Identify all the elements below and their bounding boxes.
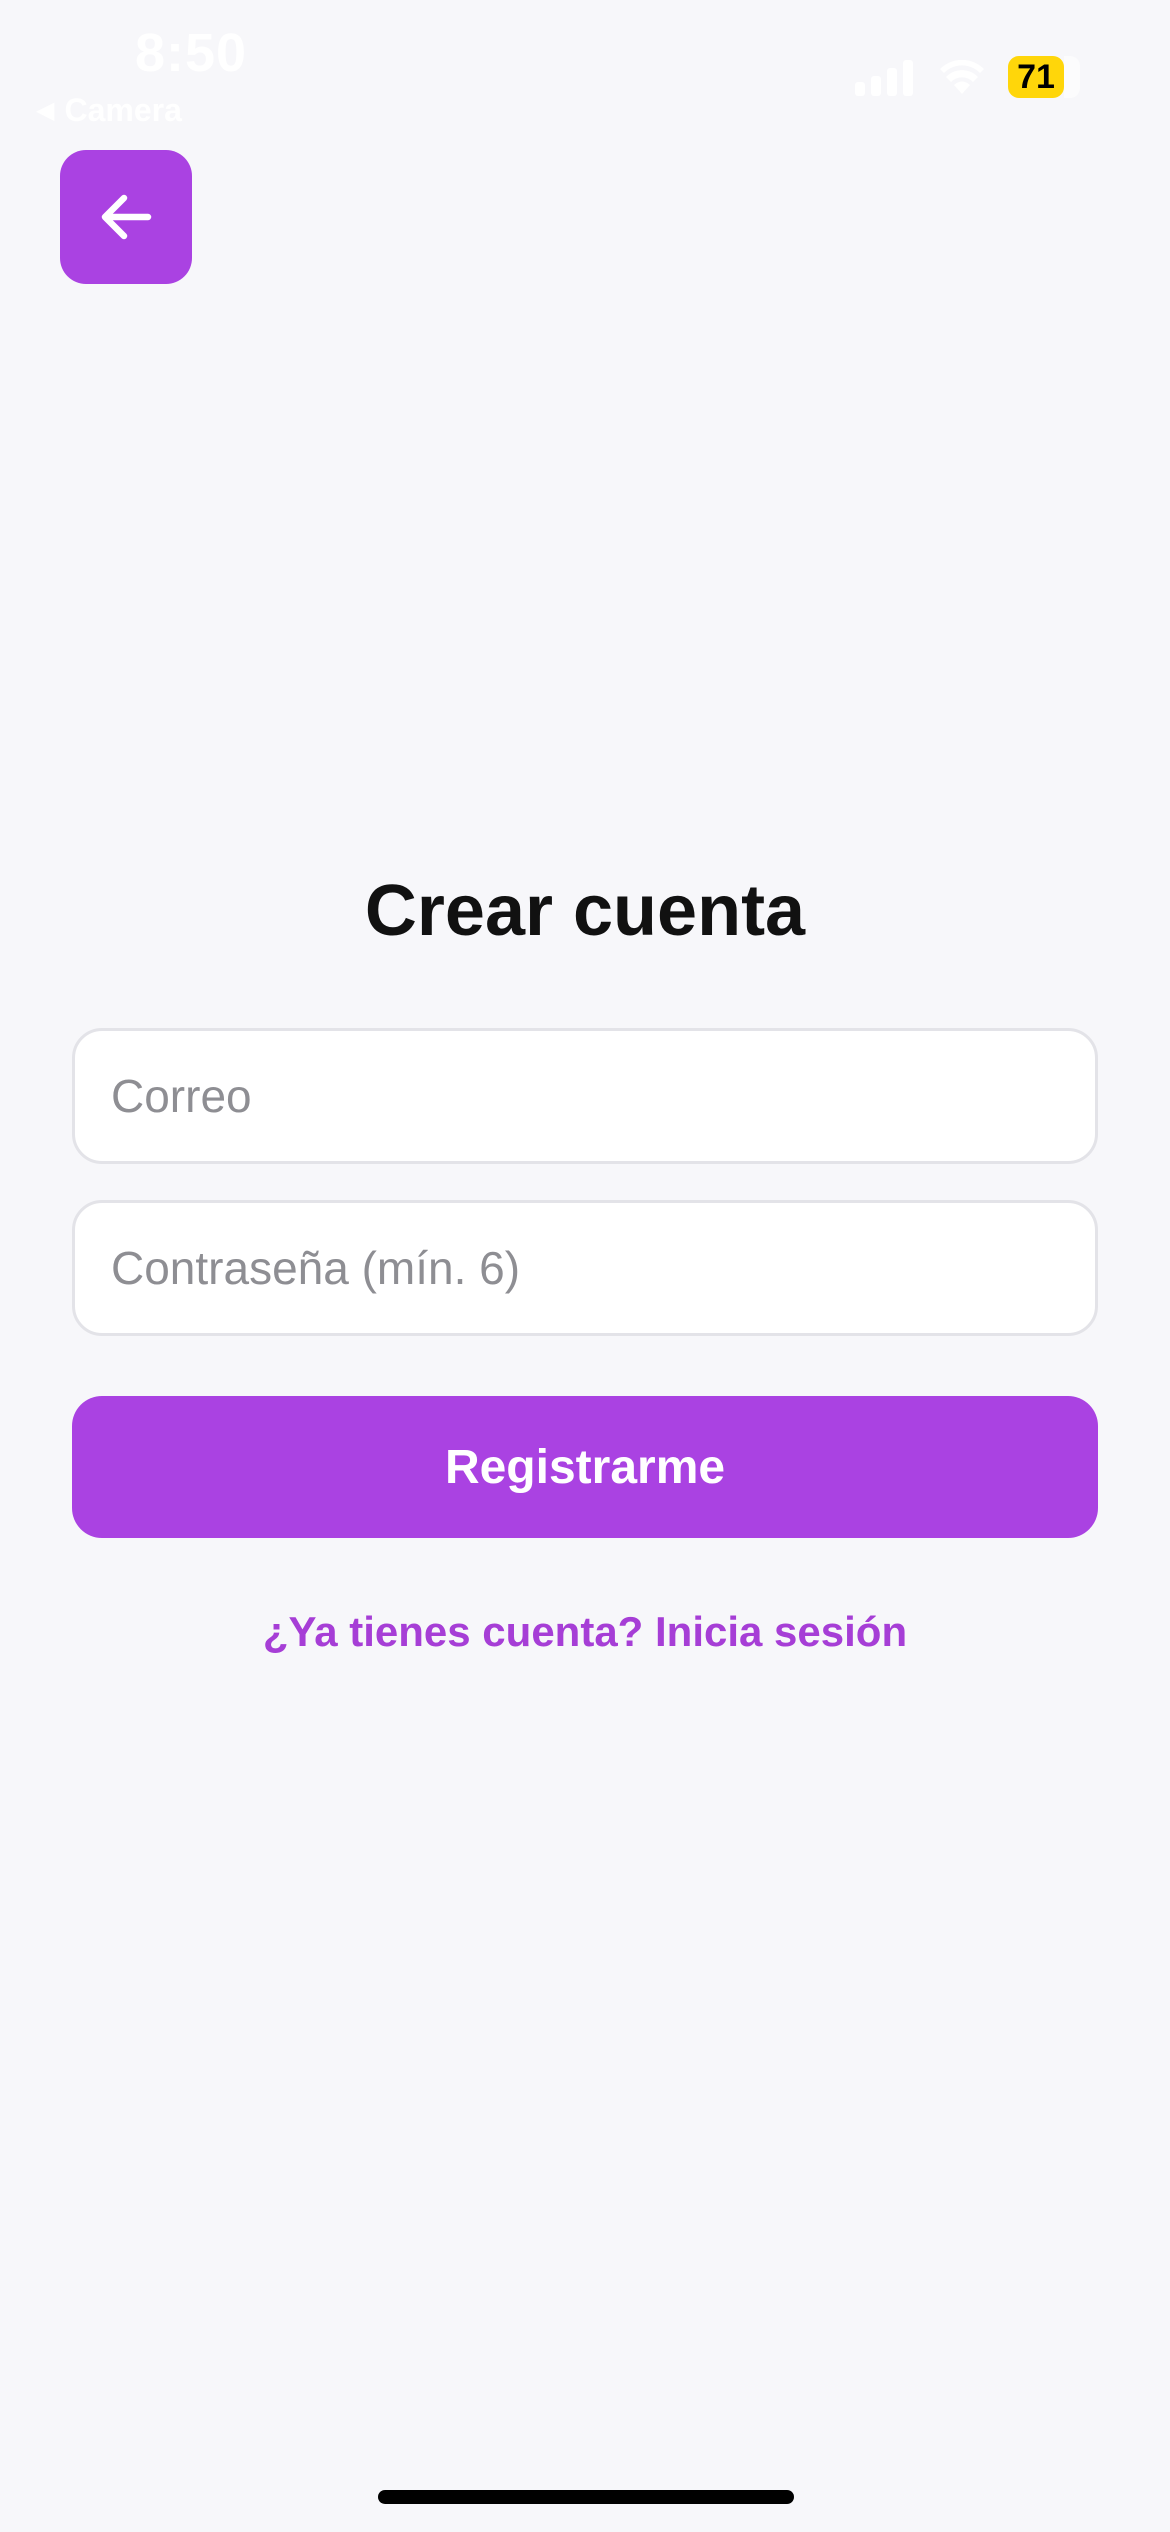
battery-remainder <box>1064 56 1080 98</box>
signup-screen: 8:50 ◀ Camera 71 Crear cuenta Registrarm… <box>0 0 1170 2532</box>
back-to-app-label: Camera <box>64 92 182 128</box>
home-indicator[interactable] <box>378 2490 794 2504</box>
password-field[interactable] <box>72 1200 1098 1336</box>
back-to-app-link[interactable]: ◀ Camera <box>36 92 182 129</box>
register-button[interactable]: Registrarme <box>72 1396 1098 1538</box>
cellular-signal-icon <box>855 58 915 96</box>
email-field[interactable] <box>72 1028 1098 1164</box>
page-title: Crear cuenta <box>364 871 806 951</box>
battery-level: 71 <box>1008 56 1064 98</box>
back-triangle-icon: ◀ <box>36 97 55 124</box>
battery-icon: 71 <box>1008 56 1088 98</box>
wifi-icon <box>940 60 984 94</box>
arrow-left-icon <box>101 194 152 240</box>
login-link[interactable]: ¿Ya tienes cuenta? Inicia sesión <box>0 1608 1170 1656</box>
back-button[interactable] <box>60 150 192 284</box>
status-time: 8:50 <box>135 23 248 83</box>
